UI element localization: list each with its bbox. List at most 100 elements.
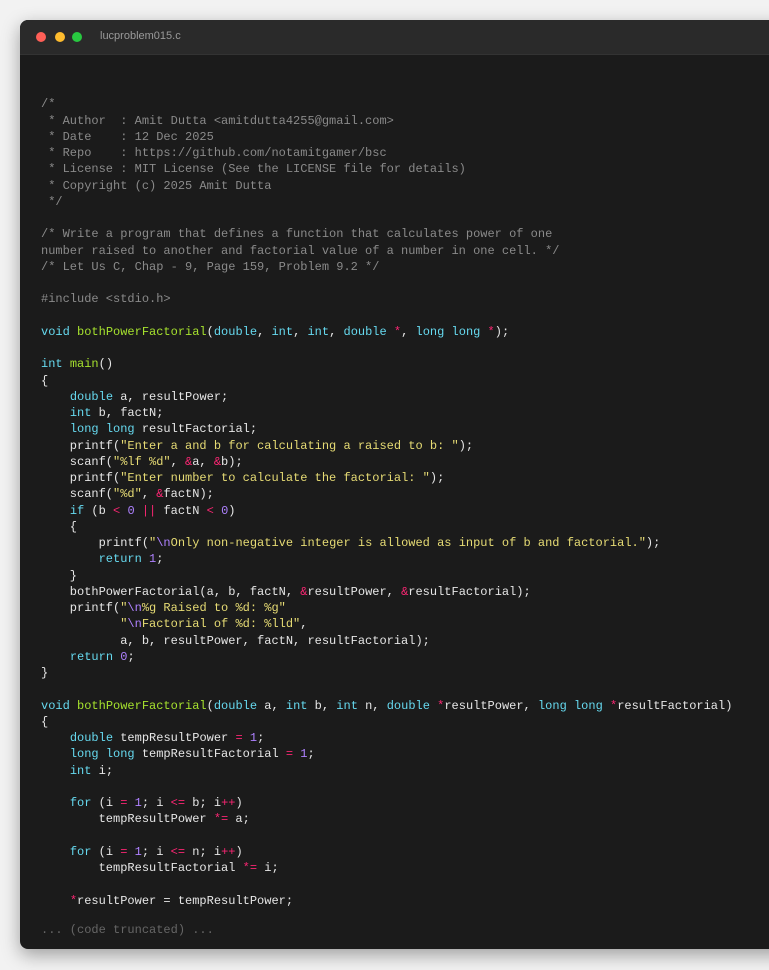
code-token: b); [221,454,243,469]
code-token: *= [213,812,229,827]
code-token: resultPower, [444,698,538,713]
code-token: { [41,519,78,534]
code-token: b, [307,698,337,713]
code-token: scanf( [41,454,114,469]
code-token: i; [91,763,114,778]
code-token: bothPowerFactorial(a, b, factN, [41,584,301,599]
code-token: tempResultFactorial [41,861,243,875]
code-token: ; i [141,844,171,859]
code-line: "\nFactorial of %d: %lld", [41,616,732,632]
code-token: b; i [185,796,222,810]
code-token: \n [127,601,142,615]
code-token: * Date : 12 Dec 2025 [41,129,214,144]
code-token: & [213,454,222,469]
code-token: 0 [127,503,135,518]
window-filename: lucproblem015.c [100,30,181,42]
code-token: < [206,503,214,518]
code-line: * Repo : https://github.com/notamitgamer… [41,145,732,161]
code-token: number raised to another and factorial v… [41,243,560,258]
code-token: /* Write a program that defines a functi… [41,227,553,242]
code-token: scanf( [41,487,114,502]
code-token: { [41,714,49,729]
code-line: double tempResultPower = 1; [41,730,732,746]
code-line: * License : MIT License (See the LICENSE… [41,161,732,177]
code-token: Only non-negative integer is allowed as … [170,536,646,550]
code-token: int [69,763,92,778]
code-line: * Date : 12 Dec 2025 [41,129,732,145]
code-line: { [41,373,732,389]
code-token: resultFactorial; [134,422,258,437]
code-token: ++ [221,796,236,810]
code-line: * Author : Amit Dutta <amitdutta4255@gma… [41,113,732,129]
code-token: resultFactorial) [617,698,733,713]
code-line: tempResultFactorial *= i; [41,860,732,876]
code-token: */ [41,194,63,209]
code-token: , [293,324,308,339]
code-token: printf( [41,601,121,615]
code-token: () [98,357,114,372]
code-token: void [41,324,70,339]
code-line: { [41,714,732,730]
code-token: * [69,893,78,908]
code-token: tempResultPower [113,731,236,745]
code-line: return 0; [41,649,732,665]
close-window-button[interactable] [36,32,46,42]
code-line: void bothPowerFactorial(double a, int b,… [41,698,732,714]
code-token: ); [645,536,661,550]
code-token: ) [235,796,243,810]
code-token: "Enter number to calculate the factorial… [120,471,430,485]
code-token: ++ [221,844,236,859]
code-line: tempResultPower *= a; [41,811,732,827]
code-token: ( [206,324,214,339]
code-token: = [235,731,243,745]
minimize-window-button[interactable] [55,32,65,42]
code-token: "%d" [113,487,142,502]
code-block: /* * Author : Amit Dutta <amitdutta4255@… [41,80,732,909]
code-token: resultPower = tempResultPower; [77,893,294,908]
code-token: main [69,357,99,372]
truncation-note: ... (code truncated) ... [41,923,214,937]
code-token: ; i [141,796,171,810]
code-line: number raised to another and factorial v… [41,243,732,259]
code-token: , [257,324,272,339]
code-token: int [69,406,92,420]
code-token: bothPowerFactorial [77,324,207,339]
code-token: { [41,373,49,388]
code-token: if [69,503,85,518]
code-token: int [307,324,330,339]
code-token: b, factN; [91,406,164,420]
code-token: int [271,324,294,339]
code-window: lucproblem015.c /* * Author : Amit Dutta… [20,20,769,949]
code-token: , [401,324,416,339]
code-token: , [170,454,186,469]
code-token: printf( [41,438,121,453]
maximize-window-button[interactable] [72,32,82,42]
code-token: double [343,324,387,339]
code-token: ) [228,503,236,518]
code-token: * Repo : https://github.com/notamitgamer… [41,146,387,160]
code-token: #include <stdio.h> [41,292,171,307]
code-token: , [329,324,344,339]
code-token: %g Raised to %d: %g" [141,601,286,615]
code-token: \n [127,617,142,632]
code-token: a; [228,812,250,827]
code-line: /* Let Us C, Chap - 9, Page 159, Problem… [41,259,732,275]
code-token: long long [69,747,135,762]
code-token: printf( [41,536,150,550]
